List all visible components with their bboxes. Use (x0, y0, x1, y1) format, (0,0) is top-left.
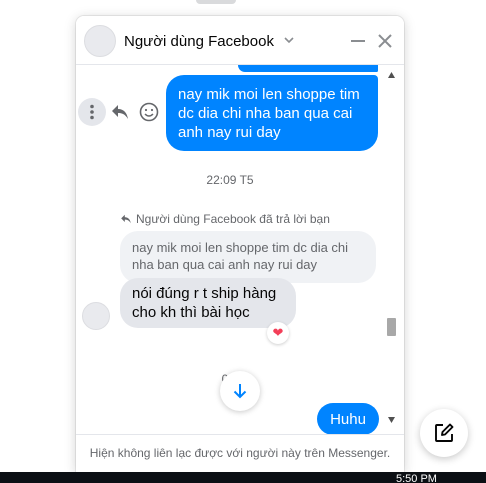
contact-name[interactable]: Người dùng Facebook (124, 33, 274, 50)
arrow-down-icon (233, 384, 247, 399)
reply-header: Người dùng Facebook đã trả lời bạn (120, 212, 330, 226)
chat-window: Người dùng Facebook nay mik moi len shop… (76, 16, 404, 472)
new-message-button[interactable] (420, 409, 468, 457)
more-options-button[interactable] (78, 98, 106, 126)
compose-icon (435, 423, 454, 442)
outgoing-message[interactable]: nay mik moi len shoppe tim dc dia chi nh… (166, 75, 378, 151)
reply-icon (121, 214, 131, 224)
contact-avatar[interactable] (84, 25, 116, 57)
scrollbar-thumb[interactable] (387, 318, 396, 336)
page-top-edge (196, 0, 236, 4)
smiley-icon[interactable] (138, 101, 160, 123)
taskbar-clock[interactable]: 5:50 PM (396, 474, 437, 483)
outgoing-message[interactable]: Huhu (317, 403, 379, 435)
more-vertical-icon (90, 104, 94, 120)
heart-reaction-icon[interactable]: ❤ (267, 322, 289, 344)
scroll-to-bottom-button[interactable] (220, 371, 260, 411)
sender-avatar[interactable] (82, 302, 110, 330)
close-icon[interactable] (376, 32, 394, 50)
incoming-message[interactable]: nói đúng r t ship hàng cho kh thì bài họ… (120, 278, 296, 328)
scrollbar[interactable] (384, 66, 398, 428)
chat-header[interactable]: Người dùng Facebook (76, 16, 404, 65)
reply-header-text: Người dùng Facebook đã trả lời bạn (136, 212, 330, 226)
minimize-icon[interactable] (349, 32, 367, 50)
message-actions (78, 98, 166, 126)
message-timestamp: 22:09 T5 (206, 173, 254, 187)
unavailable-notice: Hiện không liên lạc được với người này t… (76, 434, 404, 472)
chevron-down-icon[interactable] (283, 35, 295, 45)
previous-message-bubble[interactable] (238, 65, 378, 72)
quoted-message[interactable]: nay mik moi len shoppe tim dc dia chi nh… (120, 231, 376, 283)
scroll-down-arrow-icon[interactable] (388, 417, 395, 423)
scroll-up-arrow-icon[interactable] (388, 72, 395, 78)
reply-icon[interactable] (110, 102, 130, 122)
